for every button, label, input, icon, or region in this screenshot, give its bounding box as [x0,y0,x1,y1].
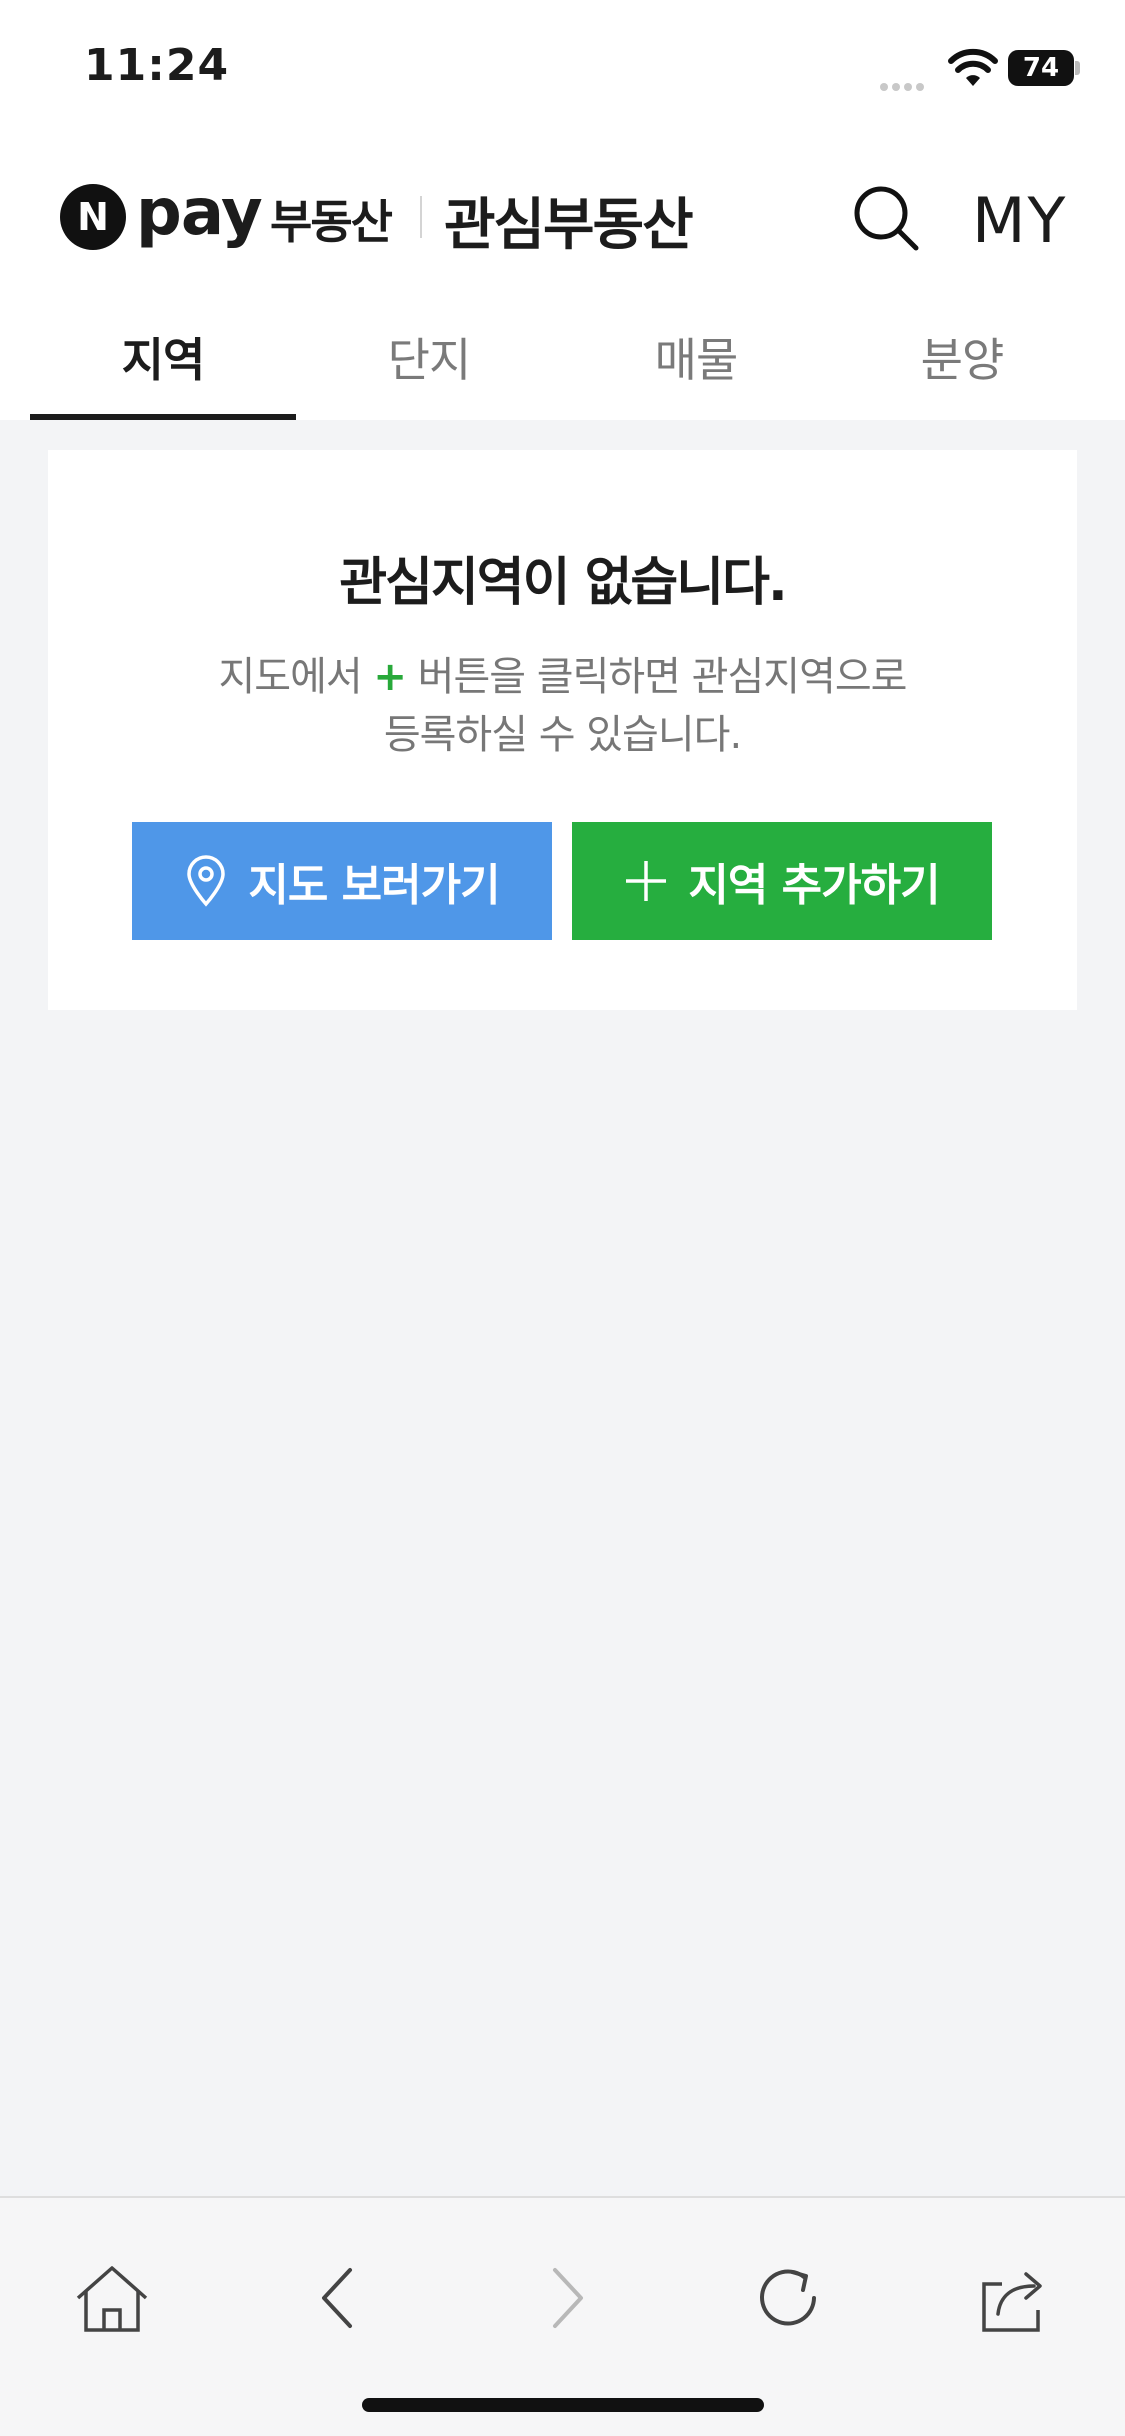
tab-bar: 지역 단지 매물 분양 [30,290,1095,420]
tab-label: 단지 [387,333,472,387]
logo-pay-text[interactable]: pay [136,176,263,250]
battery-level: 74 [1008,50,1074,86]
view-map-label: 지도 보러가기 [248,860,500,911]
tab-label: 지역 [121,333,206,387]
back-icon[interactable] [300,2258,380,2338]
view-map-button[interactable]: 지도 보러가기 [132,822,552,940]
add-region-button[interactable]: 지역 추가하기 [572,822,992,940]
search-icon[interactable] [848,180,924,256]
desc-before: 지도에서 [218,654,363,700]
active-tab-indicator [30,414,296,420]
status-time: 11:24 [84,40,230,91]
cellular-signal-icon [880,76,928,95]
tab-label: 매물 [654,333,739,387]
tab-label: 분양 [920,333,1005,387]
header: N pay 부동산 관심부동산 MY [0,140,1125,290]
share-icon[interactable] [972,2258,1052,2338]
screen: 11:24 74 N pay 부동산 관심부동산 MY 지역 단지 매물 분양 … [0,0,1125,2436]
home-icon[interactable] [72,2258,152,2338]
status-bar: 11:24 74 [0,0,1125,140]
desc-line2: 등록하실 수 있습니다. [383,712,742,758]
page-title: 관심부동산 [444,193,694,258]
my-button[interactable]: MY [972,184,1067,257]
logo-service-text[interactable]: 부동산 [270,186,393,252]
refresh-icon[interactable] [748,2258,828,2338]
empty-state-title: 관심지역이 없습니다. [339,553,787,613]
plus-icon: + [373,654,407,700]
tab-listing[interactable]: 매물 [563,290,829,420]
tab-region[interactable]: 지역 [30,290,296,420]
home-indicator[interactable] [362,2398,764,2412]
battery-icon: 74 [1008,50,1080,86]
empty-state-card: 관심지역이 없습니다. 지도에서 + 버튼을 클릭하면 관심지역으로 등록하실 … [48,450,1077,1010]
map-pin-icon [184,855,228,907]
add-region-label: 지역 추가하기 [688,860,940,911]
header-divider [420,196,422,238]
plus-icon [624,859,668,903]
forward-icon[interactable] [525,2258,605,2338]
empty-state-description: 지도에서 + 버튼을 클릭하면 관심지역으로 등록하실 수 있습니다. [48,648,1077,764]
npay-logo-icon[interactable]: N [60,184,126,250]
wifi-icon [948,48,998,86]
tab-complex[interactable]: 단지 [296,290,562,420]
desc-after: 버튼을 클릭하면 관심지역으로 [417,654,908,700]
tab-presale[interactable]: 분양 [829,290,1095,420]
